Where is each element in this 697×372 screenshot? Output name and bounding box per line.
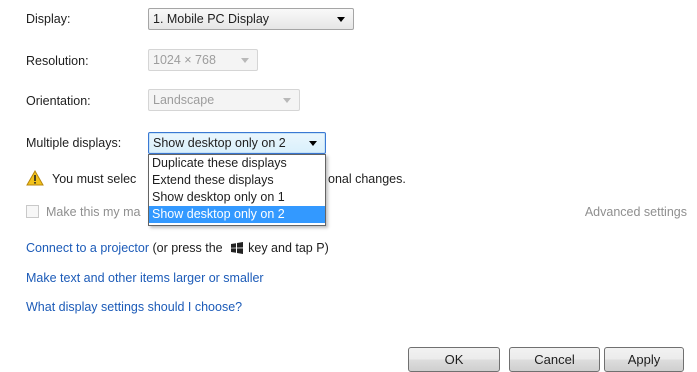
- projector-line: Connect to a projector (or press the key…: [26, 240, 329, 256]
- dropdown-option[interactable]: Duplicate these displays: [149, 155, 325, 172]
- larger-text-link[interactable]: Make text and other items larger or smal…: [26, 271, 264, 285]
- warning-icon: [26, 170, 44, 186]
- resolution-label: Resolution:: [26, 54, 89, 68]
- orientation-select: Landscape: [148, 89, 300, 111]
- display-settings-help-link[interactable]: What display settings should I choose?: [26, 300, 242, 314]
- display-select[interactable]: 1. Mobile PC Display: [148, 8, 354, 30]
- larger-text-line: Make text and other items larger or smal…: [26, 270, 264, 286]
- projector-hint-end: key and tap P): [248, 241, 329, 255]
- chevron-down-icon: [337, 17, 345, 22]
- orientation-label: Orientation:: [26, 94, 91, 108]
- help-line: What display settings should I choose?: [26, 299, 242, 315]
- resolution-select: 1024 × 768: [148, 49, 258, 71]
- make-main-display-checkbox: [26, 205, 39, 218]
- chevron-down-icon: [283, 98, 291, 103]
- windows-logo-icon: [231, 242, 244, 254]
- cancel-button[interactable]: Cancel: [509, 347, 600, 372]
- advanced-settings-link: Advanced settings: [584, 205, 687, 219]
- chevron-down-icon: [241, 58, 249, 63]
- warning-text-end: onal changes.: [328, 172, 406, 186]
- connect-projector-link[interactable]: Connect to a projector: [26, 241, 149, 255]
- multiple-displays-select-value: Show desktop only on 2: [153, 136, 286, 150]
- apply-button[interactable]: Apply: [604, 347, 684, 372]
- display-select-value: 1. Mobile PC Display: [153, 12, 270, 26]
- dropdown-option[interactable]: Extend these displays: [149, 172, 325, 189]
- resolution-select-value: 1024 × 768: [153, 53, 216, 67]
- dropdown-option[interactable]: Show desktop only on 1: [149, 189, 325, 206]
- dropdown-option-selected[interactable]: Show desktop only on 2: [149, 206, 325, 223]
- warning-text-start: You must selec: [52, 172, 137, 186]
- multiple-displays-label: Multiple displays:: [26, 136, 122, 150]
- chevron-down-icon: [309, 141, 317, 146]
- orientation-select-value: Landscape: [153, 93, 215, 107]
- display-label: Display:: [26, 12, 71, 26]
- ok-button[interactable]: OK: [408, 347, 500, 372]
- multiple-displays-dropdown[interactable]: Duplicate these displays Extend these di…: [148, 154, 326, 226]
- make-main-display-label: Make this my ma: [46, 205, 141, 219]
- projector-hint-start: (or press the: [149, 241, 223, 255]
- multiple-displays-select[interactable]: Show desktop only on 2: [148, 132, 326, 154]
